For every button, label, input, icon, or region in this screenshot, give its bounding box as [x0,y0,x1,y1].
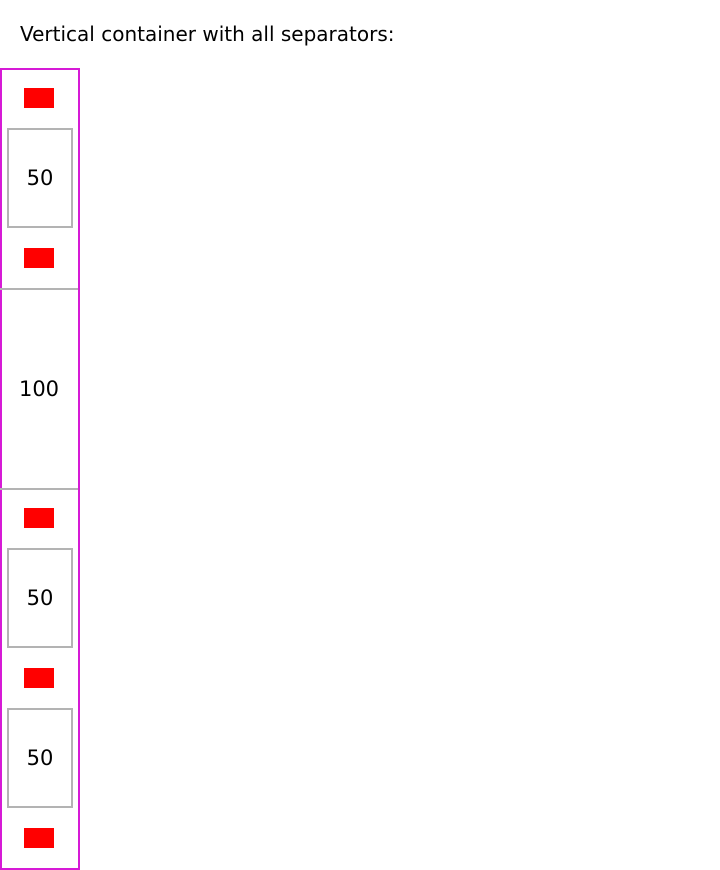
item-box: 50 [7,708,73,808]
page-title: Vertical container with all separators: [20,22,395,46]
item-label: 50 [26,166,54,190]
separator [24,668,54,688]
item-box: 50 [7,128,73,228]
separator [24,248,54,268]
separator [24,88,54,108]
item-label: 100 [18,377,60,401]
item-box: 50 [7,548,73,648]
item-box-large: 100 [0,288,78,490]
item-label: 50 [26,586,54,610]
separator [24,508,54,528]
separator [24,828,54,848]
item-label: 50 [26,746,54,770]
vertical-container: 50 100 50 50 [0,68,80,870]
